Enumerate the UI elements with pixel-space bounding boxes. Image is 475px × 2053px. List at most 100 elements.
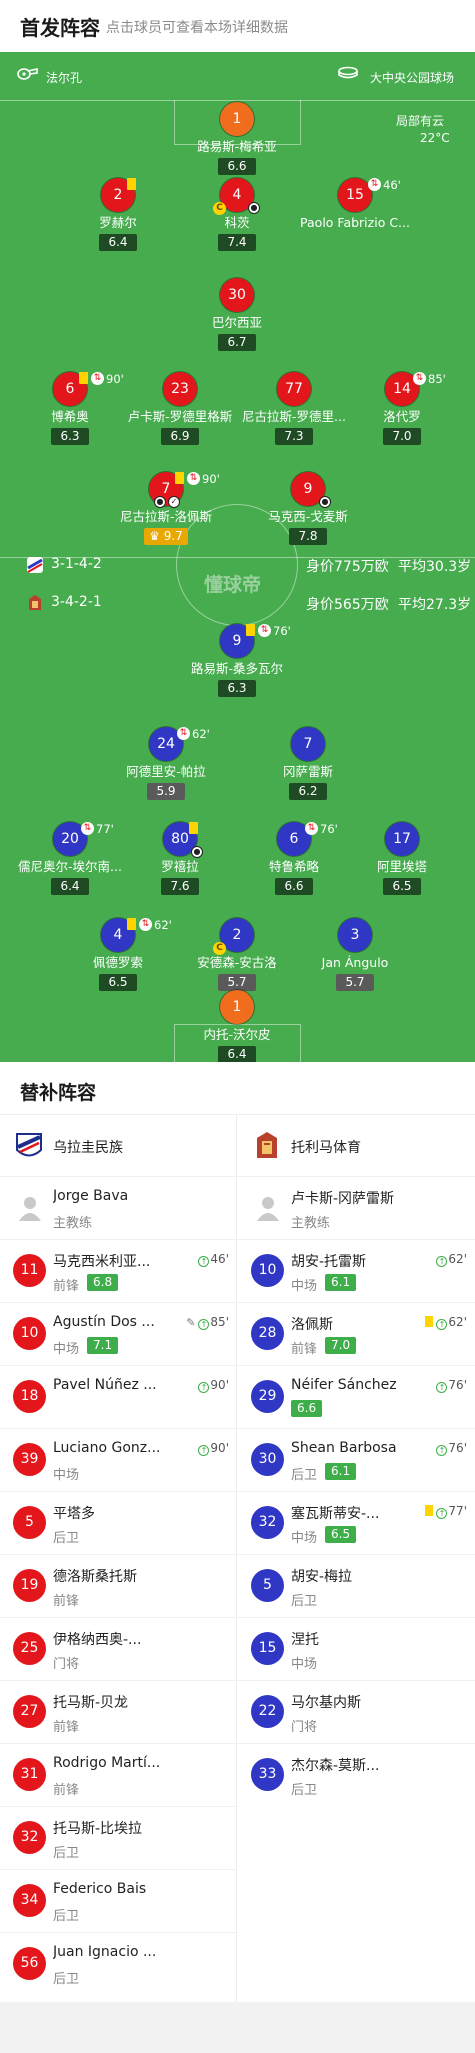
player-rating: 7.1: [87, 1337, 119, 1354]
player-name: 路易斯-桑多瓦尔: [190, 661, 283, 676]
away-team-summary: 3-4-2-1 身价565万欧 平均27.3岁: [0, 592, 475, 614]
player-name: Jan Ángulo: [321, 955, 389, 970]
player-name: 托马斯-贝龙: [53, 1695, 129, 1711]
player-rating: 5.7: [218, 974, 256, 991]
sub-player-row[interactable]: 32 塞瓦斯蒂安-... 中场 6.5 ↑ 77': [238, 1491, 475, 1554]
player-position: 后卫: [291, 1783, 318, 1798]
player-name: Luciano Gonz...: [53, 1440, 161, 1456]
sub-player-row[interactable]: 19 德洛斯桑托斯 前锋: [0, 1554, 237, 1617]
player-position: 后卫: [291, 1468, 318, 1483]
coach-role: 主教练: [291, 1216, 331, 1231]
player-position: 门将: [53, 1657, 80, 1672]
player-rating: 6.4: [99, 234, 137, 251]
sub-player-row[interactable]: 15 涅托 中场: [238, 1617, 475, 1680]
sub-player-row[interactable]: 31 Rodrigo Martí... 前锋: [0, 1743, 237, 1806]
substitution-minute: 62': [192, 727, 210, 741]
sub-player-row[interactable]: 10 胡安-托雷斯 中场 6.1 ↑ 62': [238, 1239, 475, 1302]
away-player[interactable]: 7 冈萨雷斯 6.2: [238, 727, 378, 800]
sub-in-icon: ↑: [436, 1256, 448, 1267]
sub-minute: 90': [210, 1441, 229, 1455]
sub-in-icon: ↑: [198, 1382, 210, 1393]
sub-minute: 76': [448, 1441, 467, 1455]
home-player[interactable]: 9 马克西-戈麦斯 7.8 ●: [238, 472, 378, 545]
sub-minute: 85': [210, 1315, 229, 1329]
player-name: 杰尔森-莫斯...: [291, 1758, 380, 1774]
away-team-logo-icon: [29, 595, 41, 610]
player-name: 胡安-梅拉: [291, 1569, 353, 1585]
player-rating: 5.9: [147, 783, 185, 800]
coach-name: 卢卡斯-冈萨雷斯: [291, 1191, 395, 1207]
sub-player-row[interactable]: 22 马尔基内斯 门将: [238, 1680, 475, 1743]
away-player[interactable]: 9 路易斯-桑多瓦尔 6.3 ⇅ 76': [167, 624, 307, 697]
home-team-header[interactable]: 乌拉圭民族: [0, 1114, 237, 1176]
substitution-minute: 90': [202, 472, 220, 486]
player-position: 前锋: [53, 1720, 80, 1735]
player-position: 中场: [291, 1531, 318, 1546]
sub-player-row[interactable]: 39 Luciano Gonz... 中场 ↑ 90': [0, 1428, 237, 1491]
away-player[interactable]: 1 内托-沃尔皮 6.4: [167, 990, 307, 1062]
sub-player-row[interactable]: 33 杰尔森-莫斯... 后卫: [238, 1743, 475, 1806]
player-rating: 6.5: [99, 974, 137, 991]
substitution-icon: ⇅: [91, 372, 104, 385]
home-formation: 3-1-4-2: [51, 556, 102, 572]
player-number: 17: [385, 822, 419, 856]
sub-in: ✎ ↑ 85': [186, 1315, 229, 1330]
player-position: 前锋: [53, 1279, 80, 1294]
sub-player-row[interactable]: 5 胡安-梅拉 后卫: [238, 1554, 475, 1617]
sub-player-row[interactable]: 56 Juan Ignacio ... 后卫: [0, 1932, 237, 1995]
player-rating: 6.6: [218, 158, 256, 175]
away-player[interactable]: 17 阿里埃塔 6.5: [332, 822, 472, 895]
sub-player-row[interactable]: 25 伊格纳西奥-... 门将: [0, 1617, 237, 1680]
player-number: 27: [13, 1695, 46, 1728]
substitution-icon: ⇅: [368, 178, 381, 191]
sub-player-row[interactable]: 28 洛佩斯 前锋 7.0 ↑ 62': [238, 1302, 475, 1365]
player-name: Agustín Dos ...: [53, 1314, 155, 1330]
away-player[interactable]: 3 Jan Ángulo 5.7: [285, 918, 425, 991]
away-player[interactable]: 24 阿德里安-帕拉 5.9 ⇅ 62': [96, 727, 236, 800]
away-coach[interactable]: 卢卡斯-冈萨雷斯 主教练: [238, 1176, 475, 1239]
player-number: 25: [13, 1632, 46, 1665]
sub-player-row[interactable]: 10 Agustín Dos ... 中场 7.1 ✎ ↑ 85': [0, 1302, 237, 1365]
home-player[interactable]: 15 Paolo Fabrizio C... ⇅ 46': [285, 178, 425, 231]
player-name: Juan Ignacio ...: [53, 1944, 157, 1960]
substitution-minute: 46': [383, 178, 401, 192]
sub-player-row[interactable]: 30 Shean Barbosa 后卫 6.1 ↑ 76': [238, 1428, 475, 1491]
home-player[interactable]: 7 尼古拉斯-洛佩斯 ♛ 9.7 ⇅ 90' ● ✓: [96, 472, 236, 545]
player-name: Paolo Fabrizio C...: [300, 215, 410, 230]
substitution-icon: ⇅: [81, 822, 94, 835]
away-team-header[interactable]: 托利马体育: [238, 1114, 475, 1176]
sub-player-row[interactable]: 5 平塔多 后卫: [0, 1491, 237, 1554]
home-coach[interactable]: Jorge Bava 主教练: [0, 1176, 237, 1239]
away-team-age: 平均27.3岁: [398, 597, 472, 613]
sub-player-row[interactable]: 34 Federico Bais 后卫: [0, 1869, 237, 1932]
sub-player-row[interactable]: 32 托马斯-比埃拉 后卫: [0, 1806, 237, 1869]
player-name: 马尔基内斯: [291, 1695, 361, 1711]
player-rating: 6.4: [218, 1046, 256, 1062]
sub-in-icon: ↑: [436, 1445, 448, 1456]
substitution-icon: ⇅: [305, 822, 318, 835]
sub-player-row[interactable]: 11 马克西米利亚... 前锋 6.8 ↑ 46': [0, 1239, 237, 1302]
sub-player-row[interactable]: 18 Pavel Núñez ... ↑ 90': [0, 1365, 237, 1428]
player-number: 1: [220, 990, 254, 1024]
yellow-card-icon: [189, 822, 198, 834]
player-number: 22: [251, 1695, 284, 1728]
sub-player-row[interactable]: 29 Néifer Sánchez 6.6 ↑ 76': [238, 1365, 475, 1428]
home-player[interactable]: 14 洛代罗 7.0 ⇅ 85': [332, 372, 472, 445]
yellow-card-icon: [79, 372, 88, 384]
goal-ball-icon: ●: [191, 846, 203, 858]
coach-avatar-icon: [257, 1197, 279, 1221]
lineup-subtitle: 点击球员可查看本场详细数据: [106, 20, 288, 36]
player-number: 10: [13, 1317, 46, 1350]
home-player[interactable]: 1 路易斯-梅希亚 6.6: [167, 102, 307, 175]
player-name: 内托-沃尔皮: [203, 1027, 271, 1042]
player-name: Federico Bais: [53, 1881, 147, 1897]
home-player[interactable]: 30 巴尔西亚 6.7: [167, 278, 307, 351]
player-position: 前锋: [53, 1594, 80, 1609]
sub-player-row[interactable]: 27 托马斯-贝龙 前锋: [0, 1680, 237, 1743]
captain-icon: C: [213, 942, 226, 955]
player-name: 涅托: [291, 1632, 319, 1648]
player-rating: 6.3: [51, 428, 89, 445]
player-number: 19: [13, 1569, 46, 1602]
player-name: 路易斯-梅希亚: [197, 139, 277, 154]
coach-name: Jorge Bava: [53, 1188, 129, 1204]
